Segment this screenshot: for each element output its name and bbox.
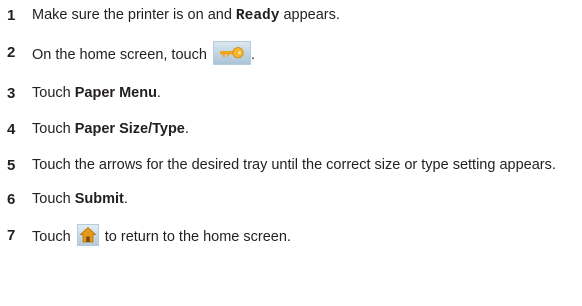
paper-menu-label: Paper Menu [74, 85, 157, 101]
step-text-end: . [250, 46, 255, 63]
submit-label: Submit [74, 191, 124, 207]
step-text-end: to return to the home screen. [100, 228, 291, 245]
step-number: 3 [7, 85, 16, 102]
step-5: 5 Touch the arrows for the desired tray … [7, 156, 577, 175]
step-text: On the home screen, touch [32, 46, 211, 63]
step-number: 4 [7, 121, 16, 138]
step-4: 4 Touch Paper Size/Type. [7, 120, 577, 139]
menu-key-icon [212, 41, 251, 65]
step-7: 7 Touch to return to the home screen. [7, 224, 577, 248]
step-text: Touch [32, 191, 75, 207]
step-text-end: appears. [279, 7, 340, 23]
instruction-steps: 1 Make sure the printer is on and Ready … [7, 6, 577, 265]
step-2: 2 On the home screen, touch . [7, 41, 577, 67]
step-number: 2 [7, 44, 16, 61]
step-text-end: . [123, 191, 128, 207]
step-text: Touch the arrows for the desired tray un… [32, 157, 556, 173]
step-number: 6 [7, 191, 16, 208]
step-3: 3 Touch Paper Menu. [7, 84, 577, 103]
step-text: Make sure the printer is on and [32, 7, 236, 23]
step-text: Touch [32, 121, 75, 137]
home-icon [76, 224, 99, 246]
step-text: Touch [32, 228, 75, 245]
paper-size-type-label: Paper Size/Type [74, 121, 185, 137]
step-6: 6 Touch Submit. [7, 190, 577, 209]
step-text-end: . [156, 85, 161, 101]
step-number: 7 [7, 227, 16, 244]
step-number: 5 [7, 157, 16, 174]
step-text: Touch [32, 85, 75, 101]
step-text-end: . [184, 121, 189, 137]
step-number: 1 [7, 7, 16, 24]
ready-status-code: Ready [235, 8, 280, 24]
step-1: 1 Make sure the printer is on and Ready … [7, 6, 577, 26]
